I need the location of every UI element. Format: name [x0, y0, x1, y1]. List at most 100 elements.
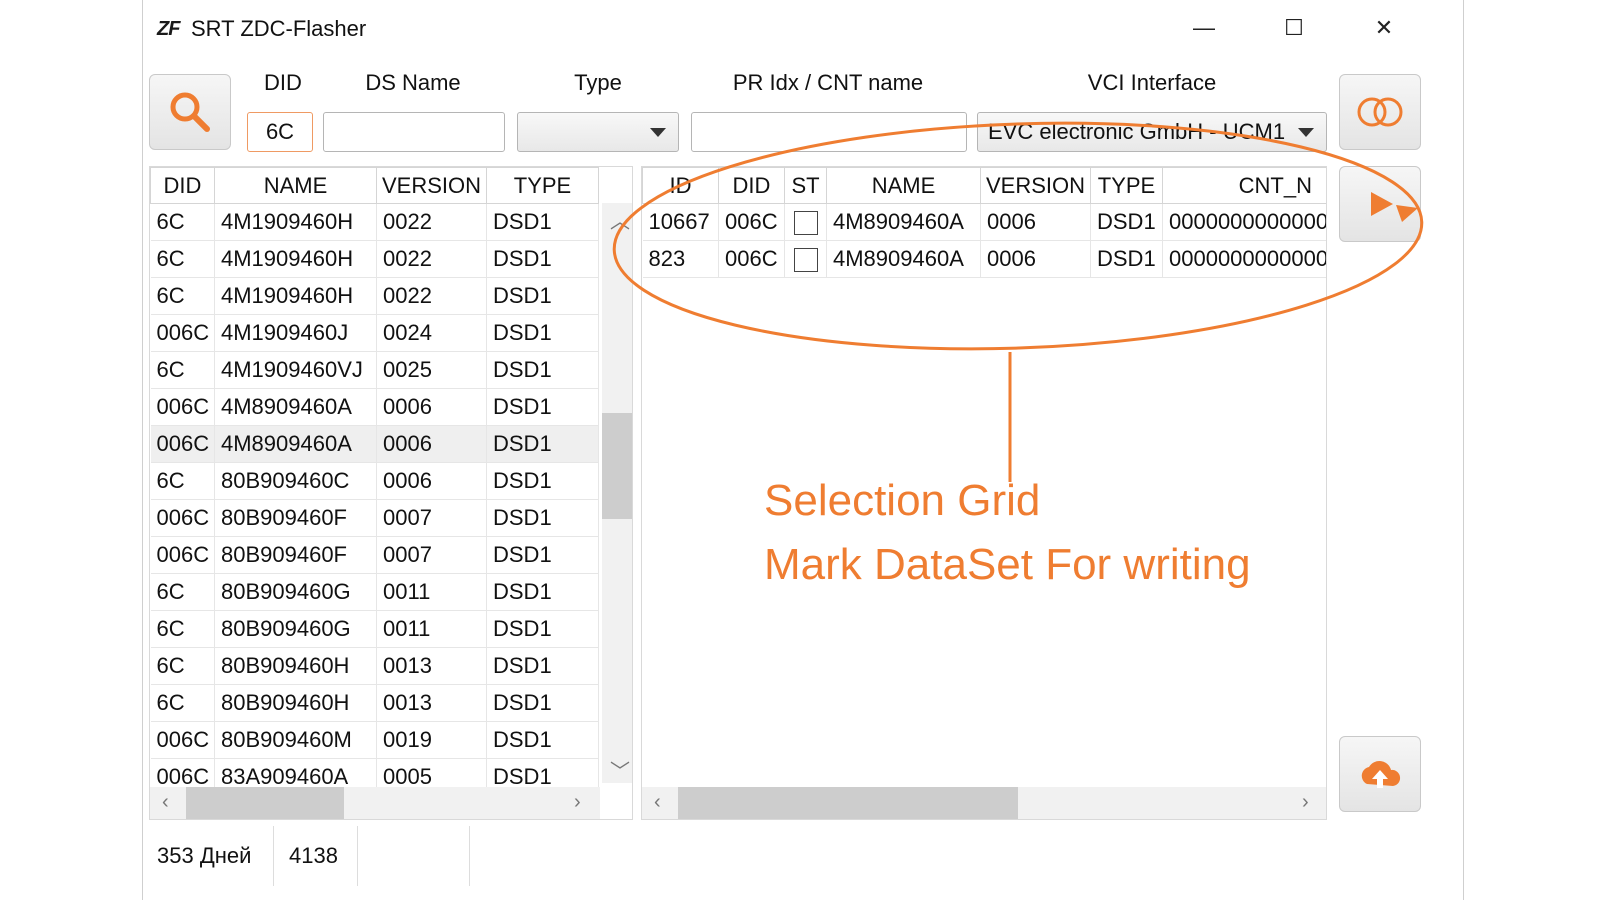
scroll-down-icon[interactable]: ﹀: [610, 755, 630, 784]
annotation-line-2: Mark DataSet For writing: [764, 540, 1251, 589]
cell-cnt: 000000000000000: [1162, 240, 1326, 278]
cell-did: 006C: [718, 240, 785, 278]
cell-name: 80B909460C: [214, 462, 377, 500]
cell-did: 6C: [150, 203, 215, 241]
cell-type: DSD1: [1090, 240, 1163, 278]
ds-name-input[interactable]: [323, 112, 505, 152]
cell-did: 006C: [150, 499, 215, 537]
table-row[interactable]: 6C 80B909460H 0013 DSD1: [150, 684, 599, 722]
scroll-thumb[interactable]: [678, 787, 1018, 819]
scroll-right-icon[interactable]: ›: [1302, 791, 1309, 814]
cell-name: 4M1909460VJ: [214, 351, 377, 389]
cell-version: 0006: [980, 240, 1091, 278]
cell-type: DSD1: [486, 203, 599, 241]
upload-button[interactable]: [1339, 736, 1421, 812]
column-header-id[interactable]: ID: [642, 167, 719, 204]
write-checkbox[interactable]: [793, 248, 818, 273]
pr-idx-input[interactable]: [691, 112, 967, 152]
cell-name: 80B909460F: [214, 536, 377, 574]
column-header-did[interactable]: DID: [150, 167, 215, 204]
scroll-thumb[interactable]: [186, 787, 344, 819]
table-row[interactable]: 6C 80B909460H 0013 DSD1: [150, 647, 599, 685]
scroll-left-icon[interactable]: ‹: [654, 791, 661, 814]
column-header-did[interactable]: DID: [718, 167, 785, 204]
chevron-down-icon: [1298, 128, 1314, 137]
app-window: ZF SRT ZDC-Flasher — ☐ ✕ DID DS Name Typ…: [142, 0, 1464, 900]
cell-version: 0019: [376, 721, 487, 759]
status-days: 353 Дней: [157, 843, 252, 868]
cell-name: 4M8909460A: [214, 425, 377, 463]
cell-version: 0022: [376, 203, 487, 241]
column-header-cnt[interactable]: CNT_N: [1162, 167, 1326, 204]
cell-name: 80B909460G: [214, 573, 377, 611]
dataset-grid: DID NAME VERSION TYPE 6C 4M1909460H 0022 DS…: [149, 166, 633, 820]
table-row[interactable]: 6C 4M1909460H 0022 DSD1: [150, 240, 599, 278]
table-row[interactable]: 823006C 4M8909460A0006DSD1000000000000000: [642, 240, 1326, 278]
minimize-button[interactable]: —: [1181, 10, 1227, 46]
column-header-st[interactable]: ST: [784, 167, 827, 204]
scroll-up-icon[interactable]: ︿: [610, 205, 630, 234]
column-header-name[interactable]: NAME: [214, 167, 377, 204]
play-icon: [1371, 192, 1393, 216]
table-row[interactable]: 006C 4M8909460A 0006 DSD1: [150, 388, 599, 426]
type-select[interactable]: [517, 112, 679, 152]
search-icon: [170, 92, 210, 132]
vci-select[interactable]: EVC electronic GmbH - UCM1: [977, 112, 1327, 152]
table-row[interactable]: 006C 4M1909460J 0024 DSD1: [150, 314, 599, 352]
table-row[interactable]: 6C 4M1909460H 0022 DSD1: [150, 203, 599, 241]
cell-name: 80B909460F: [214, 499, 377, 537]
table-row[interactable]: 6C 4M1909460H 0022 DSD1: [150, 277, 599, 315]
annotation-line-1: Selection Grid: [764, 476, 1041, 525]
cell-type: DSD1: [486, 314, 599, 352]
cell-name: 4M1909460J: [214, 314, 377, 352]
cell-version: 0006: [376, 462, 487, 500]
toggle-button[interactable]: [1339, 74, 1421, 150]
scroll-right-icon[interactable]: ›: [574, 791, 581, 814]
column-header-type[interactable]: TYPE: [1090, 167, 1163, 204]
cell-version: 0006: [376, 388, 487, 426]
cell-type: DSD1: [486, 721, 599, 759]
cell-name: 4M1909460H: [214, 277, 377, 315]
cell-version: 0006: [980, 203, 1091, 241]
search-button[interactable]: [149, 74, 231, 150]
maximize-button[interactable]: ☐: [1271, 10, 1317, 46]
write-button[interactable]: [1339, 166, 1421, 242]
table-row[interactable]: 6C 80B909460G 0011 DSD1: [150, 573, 599, 611]
scroll-left-icon[interactable]: ‹: [162, 791, 169, 814]
horizontal-scrollbar[interactable]: ‹ ›: [150, 787, 600, 819]
cell-version: 0024: [376, 314, 487, 352]
cell-type: DSD1: [486, 573, 599, 611]
cell-st: [784, 240, 827, 278]
cell-type: DSD1: [486, 425, 599, 463]
cell-type: DSD1: [486, 351, 599, 389]
cell-type: DSD1: [1090, 203, 1163, 241]
close-button[interactable]: ✕: [1361, 10, 1407, 46]
table-row[interactable]: 6C 4M1909460VJ 0025 DSD1: [150, 351, 599, 389]
vci-label: VCI Interface: [1087, 70, 1217, 95]
cell-did: 006C: [150, 721, 215, 759]
column-header-name[interactable]: NAME: [826, 167, 981, 204]
column-header-version[interactable]: VERSION: [376, 167, 487, 204]
table-row[interactable]: 10667 006C 4M8909460A 0006 DSD1 0000000000000…: [642, 203, 1326, 241]
table-row[interactable]: 006C 80B909460M 0019 DSD1: [150, 721, 599, 759]
table-row[interactable]: 006C 80B909460F 0007 DSD1: [150, 536, 599, 574]
horizontal-scrollbar[interactable]: ‹ ›: [642, 787, 1326, 819]
cell-version: 0011: [376, 573, 487, 611]
cell-name: 4M1909460H: [214, 203, 377, 241]
cell-version: 0025: [376, 351, 487, 389]
column-header-version[interactable]: VERSION: [980, 167, 1091, 204]
cell-id: 10667: [642, 203, 719, 241]
write-checkbox[interactable]: [793, 211, 818, 236]
table-row[interactable]: 6C 80B909460G 0011 DSD1: [150, 610, 599, 648]
cell-st: [784, 203, 827, 241]
chevron-down-icon: [650, 128, 666, 137]
did-input[interactable]: 6C: [247, 112, 313, 152]
column-header-type[interactable]: TYPE: [486, 167, 599, 204]
vertical-scrollbar[interactable]: ︿ ﹀: [602, 203, 632, 783]
table-row[interactable]: 6C 80B909460C 0006 DSD1: [150, 462, 599, 500]
table-row[interactable]: 006C 80B909460F 0007 DSD1: [150, 499, 599, 537]
cell-version: 0022: [376, 277, 487, 315]
scroll-thumb[interactable]: [602, 413, 632, 519]
title-bar: ZF SRT ZDC-Flasher — ☐ ✕: [143, 0, 1463, 58]
table-row[interactable]: 006C 4M8909460A 0006 DSD1: [150, 425, 599, 463]
